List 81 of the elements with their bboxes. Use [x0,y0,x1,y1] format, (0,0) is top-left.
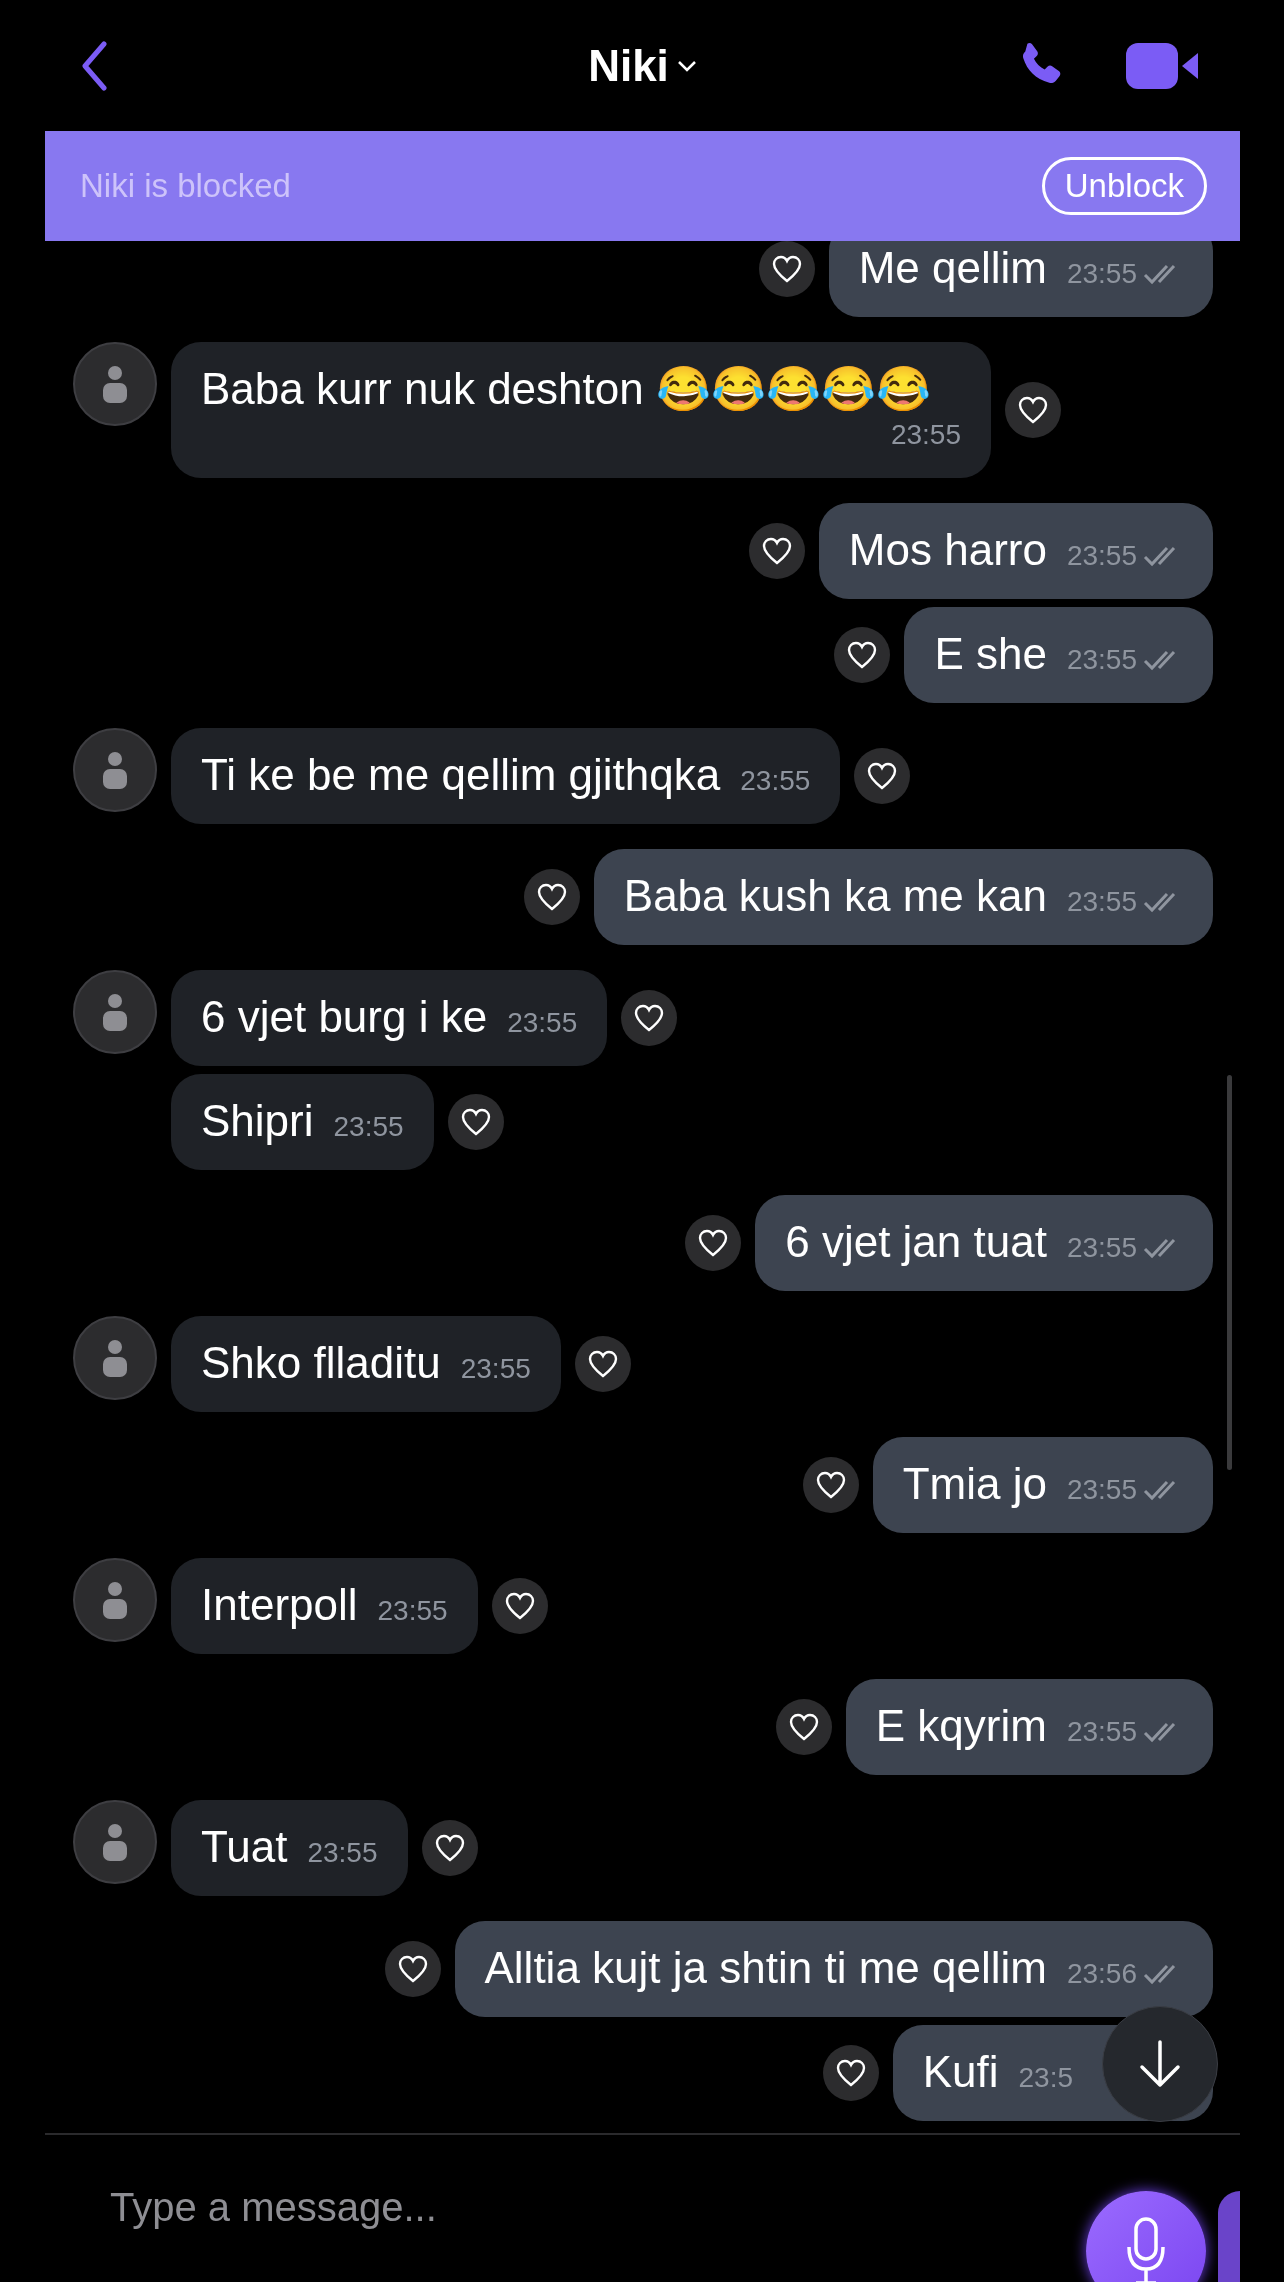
action-button[interactable] [1218,2191,1240,2282]
video-camera-icon[interactable] [1124,40,1200,91]
person-icon [100,992,130,1032]
heart-icon [815,1471,846,1499]
like-button[interactable] [1005,382,1061,438]
message-text: Alltia kujt ja shtin ti me qellim [484,1943,1047,1993]
person-icon [100,1338,130,1378]
microphone-button[interactable] [1086,2191,1206,2282]
message-time: 23:55 [890,418,961,452]
message-text: E she [934,629,1047,679]
heart-icon [460,1108,491,1136]
message-text: Kufi [922,2047,999,2097]
message-bubble[interactable]: Tmia jo 23:55 [872,1437,1213,1533]
message-bubble[interactable]: Me qellim 23:55 [828,241,1213,317]
message-time: 23:55 [307,1836,378,1870]
message-bubble[interactable]: Baba kush ka me kan 23:55 [593,849,1213,945]
person-icon [100,750,130,790]
heart-icon [536,883,567,911]
heart-icon [504,1592,535,1620]
message-time: 23:55 [333,1110,404,1144]
message-text: Shipri [201,1096,314,1146]
heart-icon [788,1713,819,1741]
message-text: Shko flladitu [201,1338,441,1388]
message-time: 23:55 [460,1352,531,1386]
message-bubble[interactable]: Tuat 23:55 [171,1800,408,1896]
message-time: 23:56 [1066,1957,1137,1991]
message-bubble[interactable]: E she 23:55 [904,607,1213,703]
message-bubble[interactable]: 6 vjet jan tuat 23:55 [755,1195,1213,1291]
heart-icon [634,1004,665,1032]
message-time: 23:55 [1066,643,1137,677]
person-icon [100,364,130,404]
message-text: Tmia jo [902,1459,1047,1509]
message-time: 23:55 [507,1006,578,1040]
microphone-icon [1126,2217,1166,2282]
heart-icon [867,762,898,790]
message-time: 23:55 [1066,1231,1137,1265]
message-text: Baba kurr nuk deshton 😂😂😂😂😂 [201,364,931,414]
message-text: E kqyrim [875,1701,1047,1751]
message-text: Tuat [201,1822,288,1872]
message-time: 23:55 [740,764,811,798]
heart-icon [771,255,802,283]
heart-icon [397,1955,428,1983]
heart-icon [835,2059,866,2087]
message-bubble[interactable]: Shipri 23:55 [171,1074,434,1170]
message-bubble[interactable]: Ti ke be me qellim gjithqka 23:55 [171,728,841,824]
chevron-down-icon [676,59,697,72]
message-bubble[interactable]: Baba kurr nuk deshton 😂😂😂😂😂 23:55 [171,342,991,478]
message-text: Me qellim [858,243,1047,293]
arrow-down-icon [1138,2039,1182,2089]
heart-icon [587,1350,618,1378]
message-time: 23:55 [1066,885,1137,919]
person-icon [100,1822,130,1862]
message-text: Mos harro [848,525,1047,575]
message-text: 6 vjet burg i ke [201,992,488,1042]
message-bubble[interactable]: Shko flladitu 23:55 [171,1316,561,1412]
message-time: 23:5 [1018,2061,1073,2095]
message-time: 23:55 [1066,539,1137,573]
message-bubble[interactable]: Interpoll 23:55 [171,1558,478,1654]
heart-icon [847,641,878,669]
back-icon[interactable] [81,40,107,91]
message-bubble[interactable]: Alltia kujt ja shtin ti me qellim 23:56 [454,1921,1213,2017]
heart-icon [434,1834,465,1862]
contact-name-button[interactable]: Niki [588,32,697,99]
person-icon [100,1580,130,1620]
blocked-notice: Niki is blocked [80,166,291,207]
heart-icon [761,537,792,565]
message-time: 23:55 [1066,1473,1137,1507]
message-time: 23:55 [377,1594,448,1628]
message-text: Baba kush ka me kan [623,871,1047,921]
message-text: Ti ke be me qellim gjithqka [201,750,721,800]
message-input[interactable]: Type a message... [110,2177,810,2237]
message-text: 6 vjet jan tuat [785,1217,1047,1267]
message-text: Interpoll [201,1580,358,1630]
message-bubble[interactable]: E kqyrim 23:55 [845,1679,1213,1775]
heart-icon [698,1229,729,1257]
unblock-button[interactable]: Unblock [1041,157,1207,215]
message-bubble[interactable]: Mos harro 23:55 [818,503,1213,599]
heart-icon [1018,396,1048,424]
message-time: 23:55 [1066,257,1137,291]
message-time: 23:55 [1066,1715,1137,1749]
message-bubble[interactable]: 6 vjet burg i ke 23:55 [171,970,608,1066]
